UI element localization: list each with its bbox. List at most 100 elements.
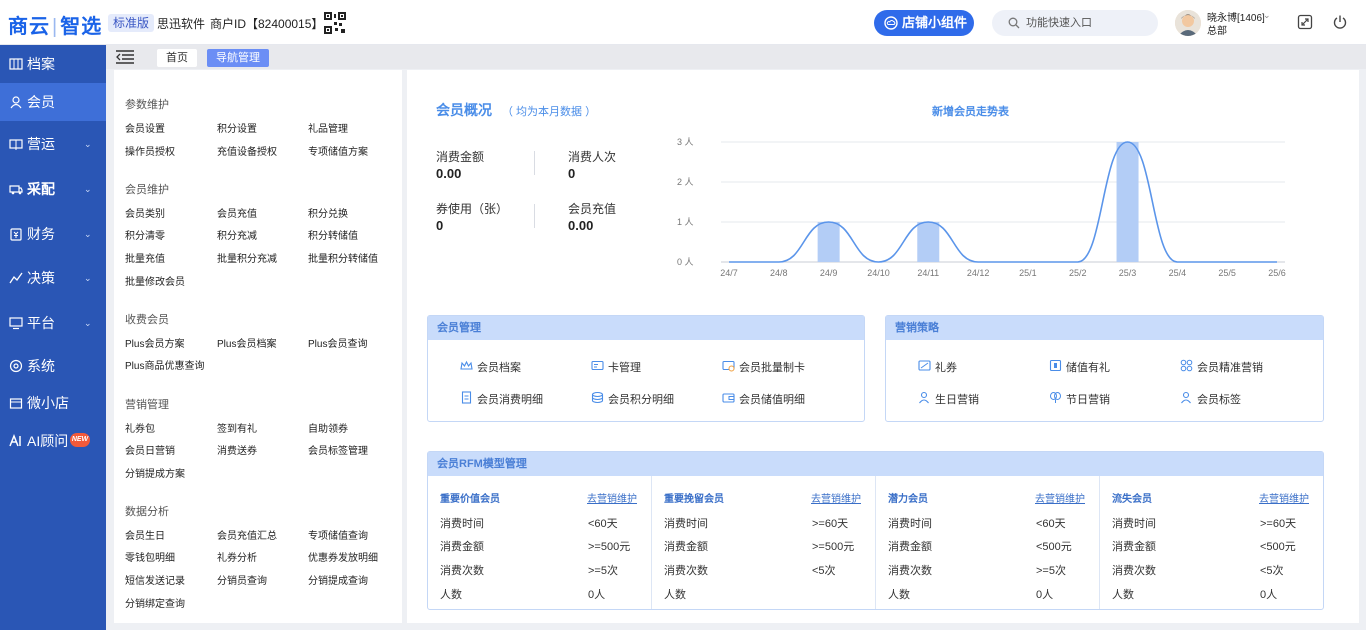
menu-link[interactable]: 分销员查询 [217,572,267,587]
menu-link[interactable]: 短信发送记录 [125,572,185,587]
sidebar-item-member[interactable]: 会员 [0,83,106,121]
avatar[interactable] [1175,10,1201,36]
menu-collapse-icon[interactable] [116,50,134,64]
rfm-row-label: 消费次数 [664,565,708,577]
menu-link[interactable]: 积分清零 [125,227,165,242]
rfm-row-label: 消费次数 [888,565,932,577]
x-tick-label: 24/7 [720,268,738,278]
rfm-model-card: 会员RFM模型管理 重要价值会员 去营销维护 消费时间 <60天 消费金额 >=… [427,451,1324,610]
menu-link[interactable]: 会员生日 [125,527,165,542]
rfm-value: <60天 [1036,518,1066,530]
sidebar-item-operations[interactable]: 营运 ⌄ [0,125,106,163]
go-marketing-link[interactable]: 去营销维护 [811,490,861,505]
y-tick-label: 2 人 [677,177,694,187]
sidebar-item-microstore[interactable]: 微小店 [0,384,106,422]
sidebar-item-system[interactable]: 系统 [0,347,106,385]
card-title: 会员RFM模型管理 [428,452,1323,476]
menu-link[interactable]: 批量充值 [125,250,165,265]
power-icon[interactable] [1332,14,1348,30]
rfm-value: >=60天 [1260,518,1297,530]
menu-link[interactable]: 批量积分转储值 [308,250,378,265]
menu-group-title: 参数维护 [125,99,169,111]
sidebar-item-finance[interactable]: 财务 ⌄ [0,215,106,253]
menu-link[interactable]: 优惠券发放明细 [308,549,378,564]
chevron-down-icon: ⌄ [84,139,92,149]
menu-link[interactable]: Plus商品优惠查询 [125,357,204,372]
menu-link[interactable]: 会员充值 [217,205,257,220]
menu-link[interactable]: 操作员授权 [125,143,175,158]
menu-link[interactable]: 批量积分充减 [217,250,277,265]
rfm-value: 0人 [1260,589,1278,601]
menu-link[interactable]: 分销绑定查询 [125,595,185,610]
menu-link[interactable]: 充值设备授权 [217,143,277,158]
menu-link[interactable]: 分销提成查询 [308,572,368,587]
menu-link[interactable]: 自助领券 [308,420,348,435]
brand-logo[interactable]: 商云 | 智选 [8,10,102,39]
menu-link[interactable]: 礼券分析 [217,549,257,564]
main-content: 会员概况 （ 均为本月数据 ） 消费金额 0.00 消费人次 0 券使用（张） … [407,70,1359,623]
menu-link[interactable]: 会员类别 [125,205,165,220]
menu-link[interactable]: 积分设置 [217,120,257,135]
coins-icon [591,391,604,404]
menu-link[interactable]: 会员标签管理 [308,442,368,457]
item-label: 会员消费明细 [477,394,543,406]
menu-link[interactable]: 会员设置 [125,120,165,135]
sidebar-item-purchase[interactable]: 采配 ⌄ [0,170,106,208]
stat-label: 会员充值 [568,202,617,216]
stat-value: 0 [568,166,576,181]
menu-link[interactable]: 会员充值汇总 [217,527,277,542]
sidebar-item-decision[interactable]: 决策 ⌄ [0,259,106,297]
rfm-value: <5次 [1260,565,1284,577]
sidebar-item-platform[interactable]: 平台 ⌄ [0,304,106,342]
rfm-value: <60天 [588,518,618,530]
tab-home[interactable]: 首页 [157,49,197,67]
sidebar-item-label: 采配 [27,181,55,197]
menu-link[interactable]: 礼券包 [125,420,155,435]
menu-link[interactable]: 专项储值方案 [308,143,368,158]
rfm-column: 潜力会员 去营销维护 消费时间 <60天 消费金额 <500元 消费次数 >=5… [876,476,1100,609]
sidebar-item-label: 平台 [27,315,55,331]
menu-link[interactable]: Plus会员方案 [125,335,184,350]
menu-link[interactable]: 积分充减 [217,227,257,242]
wallet-icon [722,393,735,403]
chevron-down-icon: ⌄ [84,229,92,239]
menu-link[interactable]: 消费送券 [217,442,257,457]
menu-link[interactable]: 分销提成方案 [125,465,185,480]
menu-link[interactable]: 积分转储值 [308,227,358,242]
menu-link[interactable]: 积分兑换 [308,205,348,220]
menu-link[interactable]: 会员日营销 [125,442,175,457]
item-label: 生日营销 [935,394,979,406]
qr-code-icon[interactable] [324,12,346,34]
menu-link[interactable]: 批量修改会员 [125,273,185,288]
card-title: 会员管理 [428,316,864,340]
grid-icon [1180,359,1193,372]
item-label: 节日营销 [1066,394,1110,406]
item-label: 会员档案 [477,362,521,374]
menu-link[interactable]: Plus会员档案 [217,335,276,350]
menu-link[interactable]: 零钱包明细 [125,549,175,564]
search-input[interactable] [1026,14,1146,32]
go-marketing-link[interactable]: 去营销维护 [1259,490,1309,505]
sidebar-item-archive[interactable]: 档案 [0,45,106,83]
chevron-down-icon[interactable]: ⌄ [1263,10,1271,21]
go-marketing-link[interactable]: 去营销维护 [587,490,637,505]
menu-link[interactable]: 礼品管理 [308,120,348,135]
menu-link[interactable]: 签到有礼 [217,420,257,435]
go-marketing-link[interactable]: 去营销维护 [1035,490,1085,505]
x-tick-label: 25/1 [1019,268,1037,278]
sidebar-item-ai[interactable]: AI顾问 NEW [0,422,106,460]
store-widget-button[interactable]: 店铺小组件 [874,10,974,36]
rfm-row-label: 消费金额 [664,541,708,553]
tab-navigation-management[interactable]: 导航管理 [207,49,269,67]
quick-search[interactable] [992,10,1158,36]
logo-separator: | [52,16,59,38]
menu-link[interactable]: Plus会员查询 [308,335,367,350]
menu-group-title: 收费会员 [125,314,169,326]
item-label: 会员精准营销 [1197,362,1263,374]
system-icon [9,359,23,373]
fullscreen-icon[interactable] [1297,14,1313,30]
menu-link[interactable]: 专项储值查询 [308,527,368,542]
menu-group-title: 数据分析 [125,506,169,518]
chevron-down-icon: ⌄ [84,318,92,328]
item-label: 礼券 [935,362,957,374]
